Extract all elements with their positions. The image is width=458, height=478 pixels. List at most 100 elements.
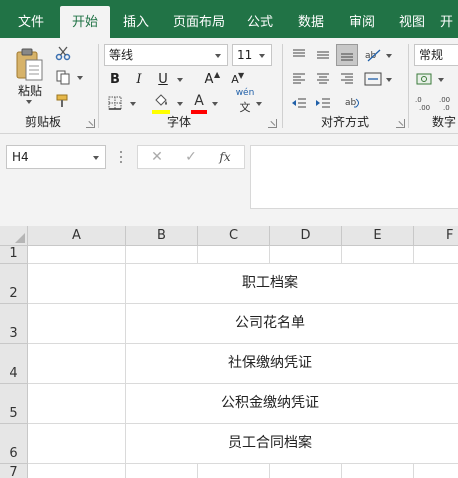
paste-label[interactable]: 粘贴 — [14, 82, 46, 99]
merge-dropdown-icon[interactable] — [386, 78, 392, 82]
cancel-icon[interactable]: ✕ — [146, 146, 168, 168]
merge-cells-icon — [364, 72, 382, 86]
row-header-3[interactable]: 3 — [0, 304, 28, 344]
row-header-6[interactable]: 6 — [0, 424, 28, 464]
fill-color-button[interactable] — [150, 90, 172, 112]
select-all-button[interactable] — [0, 226, 28, 246]
enter-icon[interactable]: ✓ — [180, 146, 202, 168]
decrease-indent-button[interactable] — [288, 92, 310, 114]
orientation-button[interactable]: ab — [362, 44, 384, 66]
row-header-1[interactable]: 1 — [0, 246, 28, 264]
copy-button[interactable] — [52, 66, 74, 88]
increase-decimal-button[interactable]: .0 .00 — [414, 92, 436, 114]
currency-icon — [416, 73, 432, 85]
align-left-icon — [293, 73, 305, 84]
gridline — [28, 463, 458, 464]
name-box[interactable]: H4 — [6, 145, 106, 169]
column-header-d[interactable]: D — [270, 226, 342, 246]
align-top-icon — [293, 49, 305, 57]
ribbon: 粘贴 剪贴板 等线 11 B I U A ▲ A ▼ A wén 文 字体 ab… — [0, 38, 458, 134]
row-number: 5 — [9, 406, 18, 421]
cell-b3-merged[interactable]: 公司花名单 — [126, 304, 414, 343]
italic-button[interactable]: I — [128, 68, 150, 90]
merge-center-button[interactable] — [362, 68, 384, 90]
borders-dropdown-icon[interactable] — [130, 102, 136, 106]
align-bottom-icon — [341, 53, 353, 61]
shrink-font-arrow-icon: ▼ — [238, 71, 245, 80]
cell-b4-merged[interactable]: 社保缴纳凭证 — [126, 344, 414, 383]
underline-dropdown-icon[interactable] — [177, 78, 183, 82]
font-color-button[interactable]: A — [188, 90, 210, 112]
font-name-combo[interactable]: 等线 — [104, 44, 228, 66]
tab-page-layout[interactable]: 页面布局 — [166, 0, 232, 38]
name-box-dropdown-icon[interactable] — [93, 156, 99, 160]
cell-b2-merged[interactable]: 职工档案 — [126, 264, 414, 303]
format-painter-icon — [56, 94, 68, 107]
decrease-decimal-button[interactable]: .00 .0 — [438, 92, 458, 114]
paste-button[interactable] — [12, 44, 46, 84]
cell-b5-merged[interactable]: 公积金缴纳凭证 — [126, 384, 414, 423]
insert-function-button[interactable]: fx — [214, 146, 236, 168]
clipboard-group-label: 剪贴板 — [24, 115, 61, 129]
svg-text:.00: .00 — [439, 96, 450, 104]
tab-formulas[interactable]: 公式 — [240, 0, 280, 38]
font-name-dropdown-icon[interactable] — [215, 54, 221, 58]
align-right-button[interactable] — [336, 68, 358, 90]
font-launcher-icon[interactable] — [268, 119, 277, 128]
font-group-label: 字体 — [166, 115, 191, 129]
font-size-combo[interactable]: 11 — [232, 44, 272, 66]
copy-dropdown-icon[interactable] — [77, 76, 83, 80]
borders-button[interactable] — [104, 92, 126, 114]
underline-button[interactable]: U — [152, 68, 174, 90]
align-bottom-button[interactable] — [336, 44, 358, 66]
align-middle-icon — [317, 51, 329, 59]
font-color-dropdown-icon[interactable] — [212, 102, 218, 106]
tab-data[interactable]: 数据 — [290, 0, 332, 38]
row-header-4[interactable]: 4 — [0, 344, 28, 384]
font-name-value: 等线 — [109, 48, 134, 62]
align-center-button[interactable] — [312, 68, 334, 90]
decrease-decimal-icon: .00 .0 — [439, 96, 450, 111]
column-header-c[interactable]: C — [198, 226, 270, 246]
row-header-7[interactable]: 7 — [0, 464, 28, 478]
cell-b6-merged[interactable]: 员工合同档案 — [126, 424, 414, 463]
tab-more[interactable]: 开 — [440, 0, 458, 38]
increase-indent-button[interactable] — [312, 92, 334, 114]
paste-dropdown-icon[interactable] — [26, 100, 32, 104]
formula-input[interactable] — [250, 145, 458, 209]
align-top-button[interactable] — [288, 44, 310, 66]
fill-color-dropdown-icon[interactable] — [177, 102, 183, 106]
phonetic-pinyin-label[interactable]: wén — [232, 88, 258, 98]
row-number: 1 — [9, 246, 18, 261]
orientation-dropdown-icon[interactable] — [386, 54, 392, 58]
row-header-5[interactable]: 5 — [0, 384, 28, 424]
tab-file[interactable]: 文件 — [8, 0, 54, 38]
accounting-format-button[interactable] — [414, 68, 436, 90]
bold-button[interactable]: B — [104, 68, 126, 90]
font-size-dropdown-icon[interactable] — [259, 54, 265, 58]
align-middle-button[interactable] — [312, 44, 334, 66]
formula-bar-grip-icon[interactable] — [120, 150, 124, 164]
svg-text:.0: .0 — [415, 96, 422, 104]
phonetic-dropdown-icon[interactable] — [256, 102, 262, 106]
tab-review[interactable]: 审阅 — [342, 0, 382, 38]
format-painter-button[interactable] — [52, 90, 74, 112]
number-format-combo[interactable]: 常规 — [414, 44, 458, 66]
column-header-b[interactable]: B — [126, 226, 198, 246]
column-header-e[interactable]: E — [342, 226, 414, 246]
clipboard-launcher-icon[interactable] — [86, 119, 95, 128]
cut-button[interactable] — [52, 42, 74, 64]
tab-insert[interactable]: 插入 — [116, 0, 156, 38]
number-group-label: 数字 — [432, 115, 457, 129]
wrap-text-button[interactable]: ab — [342, 92, 364, 114]
row-header-2[interactable]: 2 — [0, 264, 28, 304]
align-left-button[interactable] — [288, 68, 310, 90]
formula-buttons: ✕ ✓ fx — [137, 145, 245, 169]
column-header-f[interactable]: F — [414, 226, 458, 246]
tab-view[interactable]: 视图 — [392, 0, 432, 38]
group-divider — [408, 44, 409, 128]
column-header-a[interactable]: A — [28, 226, 126, 246]
accounting-dropdown-icon[interactable] — [438, 78, 444, 82]
alignment-launcher-icon[interactable] — [396, 119, 405, 128]
number-format-value: 常规 — [419, 48, 444, 62]
